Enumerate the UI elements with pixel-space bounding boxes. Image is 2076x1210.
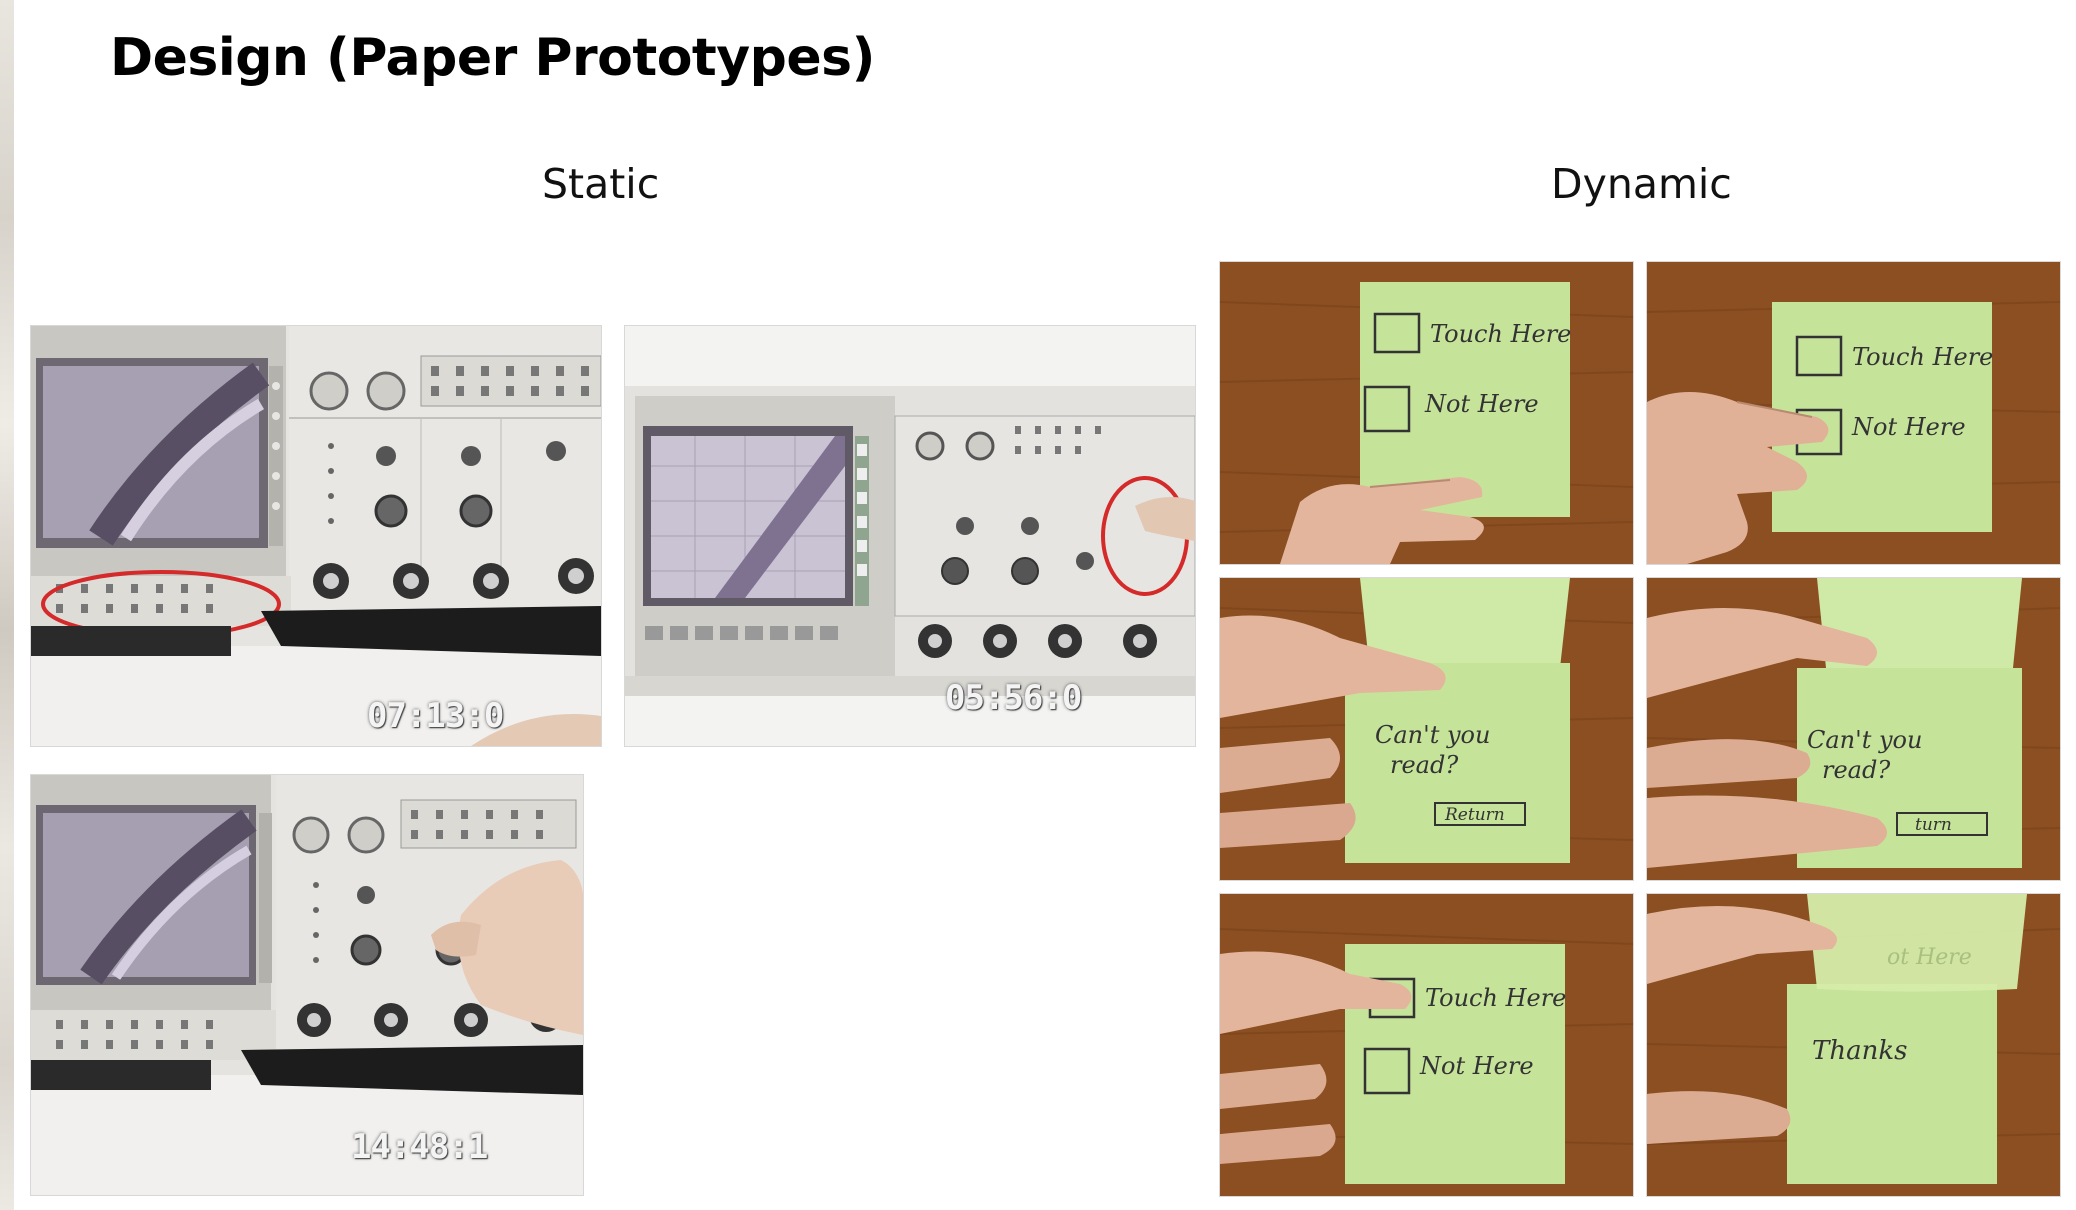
dynamic-photo-3: Can't you read? Return bbox=[1219, 577, 1634, 881]
faint-back-text: ot Here bbox=[1887, 945, 1972, 970]
svg-text:read?: read? bbox=[1822, 756, 1890, 784]
static-photo-1: 07:13:0 bbox=[30, 325, 602, 747]
dynamic-photo-5: Touch Here Not Here bbox=[1219, 893, 1634, 1197]
svg-text:Can't you: Can't you bbox=[1375, 721, 1490, 749]
timecode-3: 14:48:1 bbox=[351, 1127, 488, 1167]
timecode-1: 07:13:0 bbox=[367, 696, 504, 736]
svg-text:Not Here: Not Here bbox=[1851, 413, 1966, 441]
svg-text:Return: Return bbox=[1444, 805, 1505, 825]
slide-title: Design (Paper Prototypes) bbox=[110, 28, 875, 88]
svg-text:Not Here: Not Here bbox=[1419, 1052, 1534, 1080]
static-photo-2: 05:56:0 bbox=[624, 325, 1196, 747]
dynamic-photo-2: Touch Here Not Here bbox=[1646, 261, 2061, 565]
svg-text:Touch Here: Touch Here bbox=[1425, 984, 1566, 1012]
svg-text:read?: read? bbox=[1390, 751, 1458, 779]
svg-text:Touch Here: Touch Here bbox=[1852, 343, 1993, 371]
static-photo-3: 14:48:1 bbox=[30, 774, 584, 1196]
dynamic-photo-1: Touch Here Not Here bbox=[1219, 261, 1634, 565]
dynamic-column-label: Dynamic bbox=[1551, 160, 1732, 208]
dynamic-photo-6: ot Here Thanks bbox=[1646, 893, 2061, 1197]
left-edge-strip bbox=[0, 0, 14, 1210]
dynamic-photo-4: Can't you read? turn bbox=[1646, 577, 2061, 881]
timecode-2: 05:56:0 bbox=[945, 678, 1082, 718]
static-column-label: Static bbox=[542, 160, 660, 208]
sticky-text-not: Not Here bbox=[1424, 390, 1539, 418]
sticky-text-touch: Touch Here bbox=[1430, 320, 1571, 348]
svg-text:turn: turn bbox=[1915, 815, 1952, 835]
sticky-text-thanks: Thanks bbox=[1812, 1036, 1907, 1066]
svg-text:Can't you: Can't you bbox=[1807, 726, 1922, 754]
